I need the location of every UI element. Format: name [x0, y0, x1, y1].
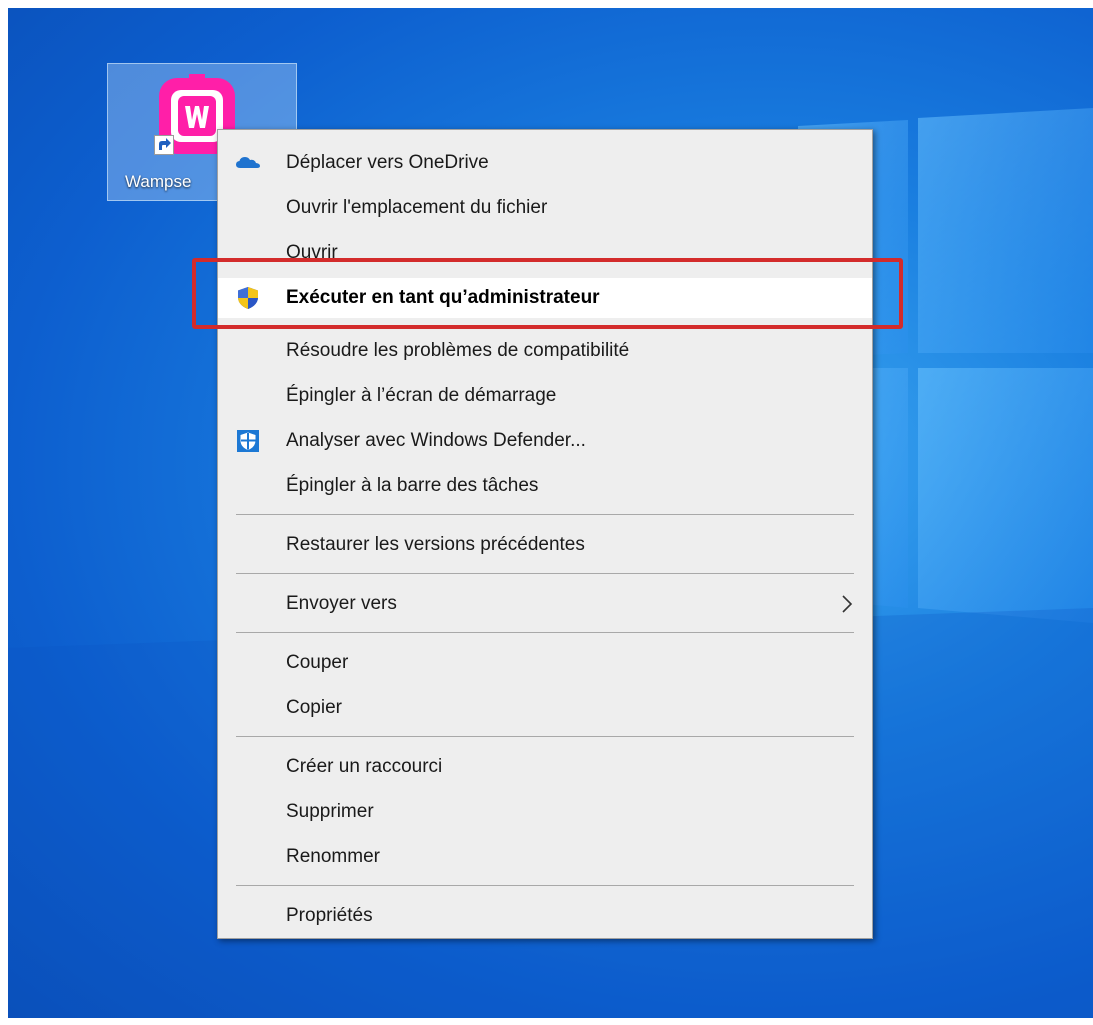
menu-item-delete[interactable]: Supprimer — [218, 792, 872, 832]
menu-item-run-as-administrator[interactable]: Exécuter en tant qu’administrateur — [218, 278, 872, 318]
menu-item-pin-to-start[interactable]: Épingler à l’écran de démarrage — [218, 376, 872, 416]
shortcut-label: Wampse — [125, 172, 192, 191]
menu-item-copy[interactable]: Copier — [218, 688, 872, 728]
menu-item-send-to[interactable]: Envoyer vers — [218, 584, 872, 624]
menu-item-move-to-onedrive[interactable]: Déplacer vers OneDrive — [218, 143, 872, 183]
menu-item-restore-previous-versions[interactable]: Restaurer les versions précédentes — [218, 525, 872, 565]
screenshot-frame: Wampse Déplacer vers OneDrive Ouvrir l'e… — [0, 0, 1093, 1025]
menu-item-create-shortcut[interactable]: Créer un raccourci — [218, 747, 872, 787]
menu-item-cut[interactable]: Couper — [218, 643, 872, 683]
menu-item-troubleshoot-compatibility[interactable]: Résoudre les problèmes de compatibilité — [218, 331, 872, 371]
menu-item-scan-with-defender[interactable]: Analyser avec Windows Defender... — [218, 421, 872, 461]
onedrive-icon — [236, 157, 260, 168]
menu-separator — [236, 736, 854, 737]
menu-separator — [236, 514, 854, 515]
menu-separator — [236, 573, 854, 574]
context-menu: Déplacer vers OneDrive Ouvrir l'emplacem… — [217, 129, 873, 939]
menu-item-properties[interactable]: Propriétés — [218, 896, 872, 936]
menu-item-rename[interactable]: Renommer — [218, 837, 872, 877]
menu-separator — [236, 632, 854, 633]
windows-defender-icon — [237, 430, 259, 452]
menu-item-pin-to-taskbar[interactable]: Épingler à la barre des tâches — [218, 466, 872, 506]
chevron-right-icon — [842, 595, 853, 613]
menu-separator — [236, 885, 854, 886]
shortcut-arrow-icon — [154, 135, 174, 155]
menu-item-open-file-location[interactable]: Ouvrir l'emplacement du fichier — [218, 188, 872, 228]
menu-item-open[interactable]: Ouvrir — [218, 233, 872, 273]
uac-shield-icon — [238, 287, 258, 309]
desktop[interactable]: Wampse Déplacer vers OneDrive Ouvrir l'e… — [8, 8, 1093, 1018]
